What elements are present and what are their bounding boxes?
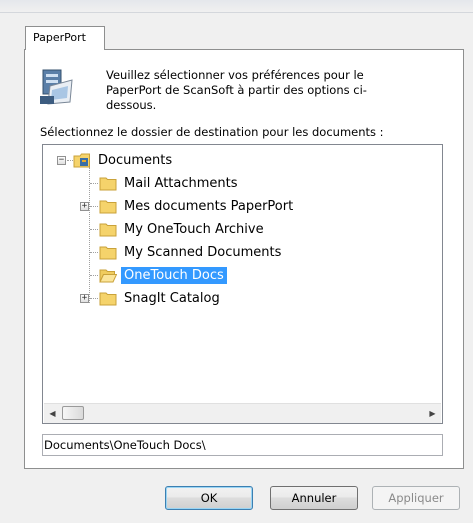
tree-item-mes-documents-paperport[interactable]: Mes documents PaperPort (99, 195, 296, 217)
folder-icon (99, 200, 117, 213)
cancel-button[interactable]: Annuler (270, 486, 358, 510)
folder-icon (99, 292, 117, 305)
tree-connector-line (90, 229, 98, 231)
horizontal-scrollbar[interactable]: ◀ ▶ (44, 403, 441, 423)
tree-root-label: Documents (98, 152, 173, 168)
tree-item-mail-attachments[interactable]: Mail Attachments (99, 172, 241, 194)
collapse-toggle[interactable]: − (57, 156, 66, 165)
tree-connector-line (90, 275, 98, 277)
tree-item-label: SnagIt Catalog (124, 290, 220, 306)
expand-toggle[interactable]: + (80, 202, 89, 211)
apply-button[interactable]: Appliquer (372, 486, 460, 510)
tree-root-documents[interactable]: Documents (73, 149, 175, 171)
window-top-edge (0, 0, 473, 13)
tree-connector-line (90, 298, 98, 300)
scroll-left-icon[interactable]: ◀ (44, 404, 61, 423)
tree-connector-line (90, 206, 98, 208)
tree-item-label: Mail Attachments (124, 175, 238, 191)
documents-folder-icon (73, 153, 90, 167)
ok-button[interactable]: OK (165, 486, 253, 510)
tab-paperport[interactable]: PaperPort (25, 26, 105, 50)
tree-item-snagit-catalog[interactable]: SnagIt Catalog (99, 287, 223, 309)
tree-item-label: Mes documents PaperPort (124, 198, 294, 214)
folder-icon (99, 223, 117, 236)
tree-connector-line (89, 167, 91, 303)
dialog-window: PaperPort Veuillez sélectionner vos préf… (0, 0, 473, 523)
destination-path-field[interactable]: Documents\OneTouch Docs\ (42, 434, 443, 456)
scrollbar-thumb[interactable] (62, 406, 84, 420)
tree-connector-line (90, 183, 98, 185)
paperport-app-icon (40, 69, 73, 105)
folder-icon (99, 177, 117, 190)
tree-label: Sélectionnez le dossier de destination p… (40, 125, 384, 139)
folder-tree[interactable]: − Documents Mail Attachments + Mes docum… (42, 144, 443, 424)
tree-item-my-onetouch-archive[interactable]: My OneTouch Archive (99, 218, 267, 240)
tree-item-label: OneTouch Docs (121, 266, 227, 284)
intro-text: Veuillez sélectionner vos préférences po… (106, 68, 367, 112)
tree-connector-line (90, 252, 98, 254)
expand-toggle[interactable]: + (80, 294, 89, 303)
tree-item-label: My Scanned Documents (124, 244, 282, 260)
folder-icon (99, 246, 117, 259)
folder-open-icon (99, 269, 117, 282)
scroll-right-icon[interactable]: ▶ (424, 404, 441, 423)
tree-item-my-scanned-documents[interactable]: My Scanned Documents (99, 241, 284, 263)
tree-item-onetouch-docs[interactable]: OneTouch Docs (99, 264, 227, 286)
tree-item-label: My OneTouch Archive (124, 221, 264, 237)
